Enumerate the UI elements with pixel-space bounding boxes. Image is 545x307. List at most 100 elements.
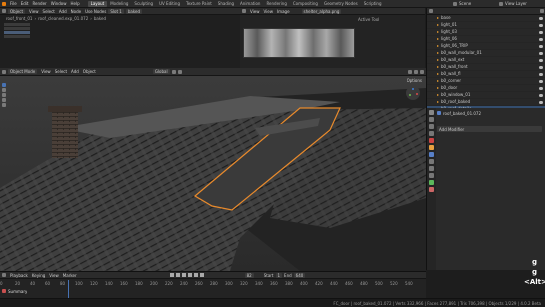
viewport-options[interactable]: Options <box>407 78 422 83</box>
visibility-eye-icon[interactable] <box>539 65 543 69</box>
editor-type-icon[interactable] <box>2 69 6 74</box>
transform-orientation[interactable]: Global <box>152 69 170 74</box>
outliner-item[interactable]: ▸ b0_roof_baked <box>427 99 545 106</box>
menu-view[interactable]: View <box>27 9 41 14</box>
particles-tab-icon[interactable] <box>429 159 434 164</box>
end-frame-field[interactable]: 640 <box>293 272 306 278</box>
visibility-eye-icon[interactable] <box>539 93 543 97</box>
slot-dropdown[interactable]: Slot 1 <box>108 8 124 14</box>
menu-add[interactable]: Add <box>69 69 81 74</box>
expand-arrow-icon[interactable]: ▸ <box>437 92 439 98</box>
visibility-eye-icon[interactable] <box>539 16 543 20</box>
jump-start-icon[interactable] <box>169 273 174 277</box>
menu-view[interactable]: View <box>47 273 61 278</box>
menu-select[interactable]: Select <box>53 69 69 74</box>
tab-modeling[interactable]: Modeling <box>107 1 131 7</box>
menu-keying[interactable]: Keying <box>30 273 47 278</box>
menu-view[interactable]: View <box>248 9 262 14</box>
summary-expand-icon[interactable] <box>2 289 6 293</box>
render-tab-icon[interactable] <box>429 117 434 122</box>
tab-layout[interactable]: Layout <box>87 0 108 7</box>
tab-uv-editing[interactable]: UV Editing <box>156 1 183 7</box>
playhead[interactable] <box>68 280 69 299</box>
expand-arrow-icon[interactable]: ▸ <box>437 29 439 35</box>
snap-icon[interactable] <box>171 69 176 74</box>
menu-file[interactable]: File <box>8 1 19 6</box>
outliner-item[interactable]: ▸ light_01 <box>427 22 545 29</box>
rotate-tool-icon[interactable] <box>2 98 6 102</box>
add-modifier-button[interactable]: Add Modifier <box>437 126 542 132</box>
next-key-icon[interactable] <box>193 273 198 277</box>
expand-arrow-icon[interactable]: ▸ <box>437 15 439 21</box>
scene-selector[interactable]: Scene <box>459 1 499 6</box>
play-reverse-icon[interactable] <box>181 273 186 277</box>
visibility-eye-icon[interactable] <box>539 44 543 48</box>
outliner-item[interactable]: ▸ b0_wall_modular_01 <box>427 50 545 57</box>
outliner-item[interactable]: ▸ b0_window_01 <box>427 92 545 99</box>
move-tool-icon[interactable] <box>2 93 6 97</box>
visibility-eye-icon[interactable] <box>539 23 543 27</box>
menu-add[interactable]: Add <box>57 9 69 14</box>
select-tool-icon[interactable] <box>2 83 6 87</box>
scale-tool-icon[interactable] <box>2 103 6 107</box>
shading-solid-icon[interactable] <box>414 69 418 74</box>
expand-arrow-icon[interactable]: ▸ <box>437 43 439 49</box>
editor-type-icon[interactable] <box>2 9 6 13</box>
use-nodes-toggle[interactable]: Use Nodes <box>83 9 108 14</box>
menu-node[interactable]: Node <box>69 9 83 14</box>
constraints-tab-icon[interactable] <box>429 173 434 178</box>
tab-shading[interactable]: Shading <box>215 1 237 7</box>
tool-tab-icon[interactable] <box>429 110 434 115</box>
expand-arrow-icon[interactable]: ▸ <box>437 85 439 91</box>
object-tab-icon[interactable] <box>429 145 434 150</box>
output-tab-icon[interactable] <box>429 124 434 129</box>
menu-edit[interactable]: Edit <box>19 1 31 6</box>
menu-marker[interactable]: Marker <box>61 273 79 278</box>
outliner-item[interactable]: ▸ b0_wall_ext <box>427 57 545 64</box>
tab-texture-paint[interactable]: Texture Paint <box>183 1 215 7</box>
menu-playback[interactable]: Playback <box>8 273 30 278</box>
navigation-gizmo[interactable] <box>406 86 420 100</box>
expand-arrow-icon[interactable]: ▸ <box>437 64 439 70</box>
expand-arrow-icon[interactable]: ▸ <box>437 99 439 105</box>
expand-arrow-icon[interactable]: ▸ <box>437 50 439 56</box>
visibility-eye-icon[interactable] <box>539 30 543 34</box>
scene-tab-icon[interactable] <box>429 131 434 136</box>
outliner-item[interactable]: ▸ b0_door <box>427 85 545 92</box>
proportional-edit-icon[interactable] <box>177 69 182 74</box>
menu-view[interactable]: View <box>39 69 53 74</box>
expand-arrow-icon[interactable]: ▸ <box>437 78 439 84</box>
filter-icon[interactable] <box>540 9 544 13</box>
play-icon[interactable] <box>187 273 192 277</box>
tab-sculpting[interactable]: Sculpting <box>131 1 156 7</box>
tab-compositing[interactable]: Compositing <box>290 1 321 7</box>
outliner-item[interactable]: ▸ b0_corner <box>427 78 545 85</box>
jump-end-icon[interactable] <box>199 273 204 277</box>
mode-dropdown[interactable]: Object Mode <box>8 69 38 74</box>
data-tab-icon[interactable] <box>429 180 434 185</box>
physics-tab-icon[interactable] <box>429 166 434 171</box>
outliner-item[interactable]: ▸ b0_wall_front <box>427 64 545 71</box>
cursor-tool-icon[interactable] <box>2 88 6 92</box>
world-tab-icon[interactable] <box>429 138 434 143</box>
menu-help[interactable]: Help <box>68 1 81 6</box>
editor-type-icon[interactable] <box>2 273 6 277</box>
menu-object[interactable]: Object <box>81 69 98 74</box>
visibility-eye-icon[interactable] <box>539 58 543 62</box>
visibility-eye-icon[interactable] <box>539 100 543 104</box>
outliner-type-icon[interactable] <box>429 9 433 13</box>
expand-arrow-icon[interactable]: ▸ <box>437 71 439 77</box>
editor-type-icon[interactable] <box>242 9 246 13</box>
visibility-eye-icon[interactable] <box>539 79 543 83</box>
current-frame-field[interactable]: 82 <box>244 272 254 278</box>
visibility-eye-icon[interactable] <box>539 86 543 90</box>
menu-image[interactable]: Image <box>275 9 292 14</box>
start-frame-field[interactable]: 1 <box>275 272 283 278</box>
visibility-eye-icon[interactable] <box>539 51 543 55</box>
prev-key-icon[interactable] <box>175 273 180 277</box>
expand-arrow-icon[interactable]: ▸ <box>437 36 439 42</box>
overlay-icon[interactable] <box>408 69 412 74</box>
menu-view-2[interactable]: View <box>262 9 276 14</box>
visibility-eye-icon[interactable] <box>539 72 543 76</box>
menu-window[interactable]: Window <box>49 1 69 6</box>
